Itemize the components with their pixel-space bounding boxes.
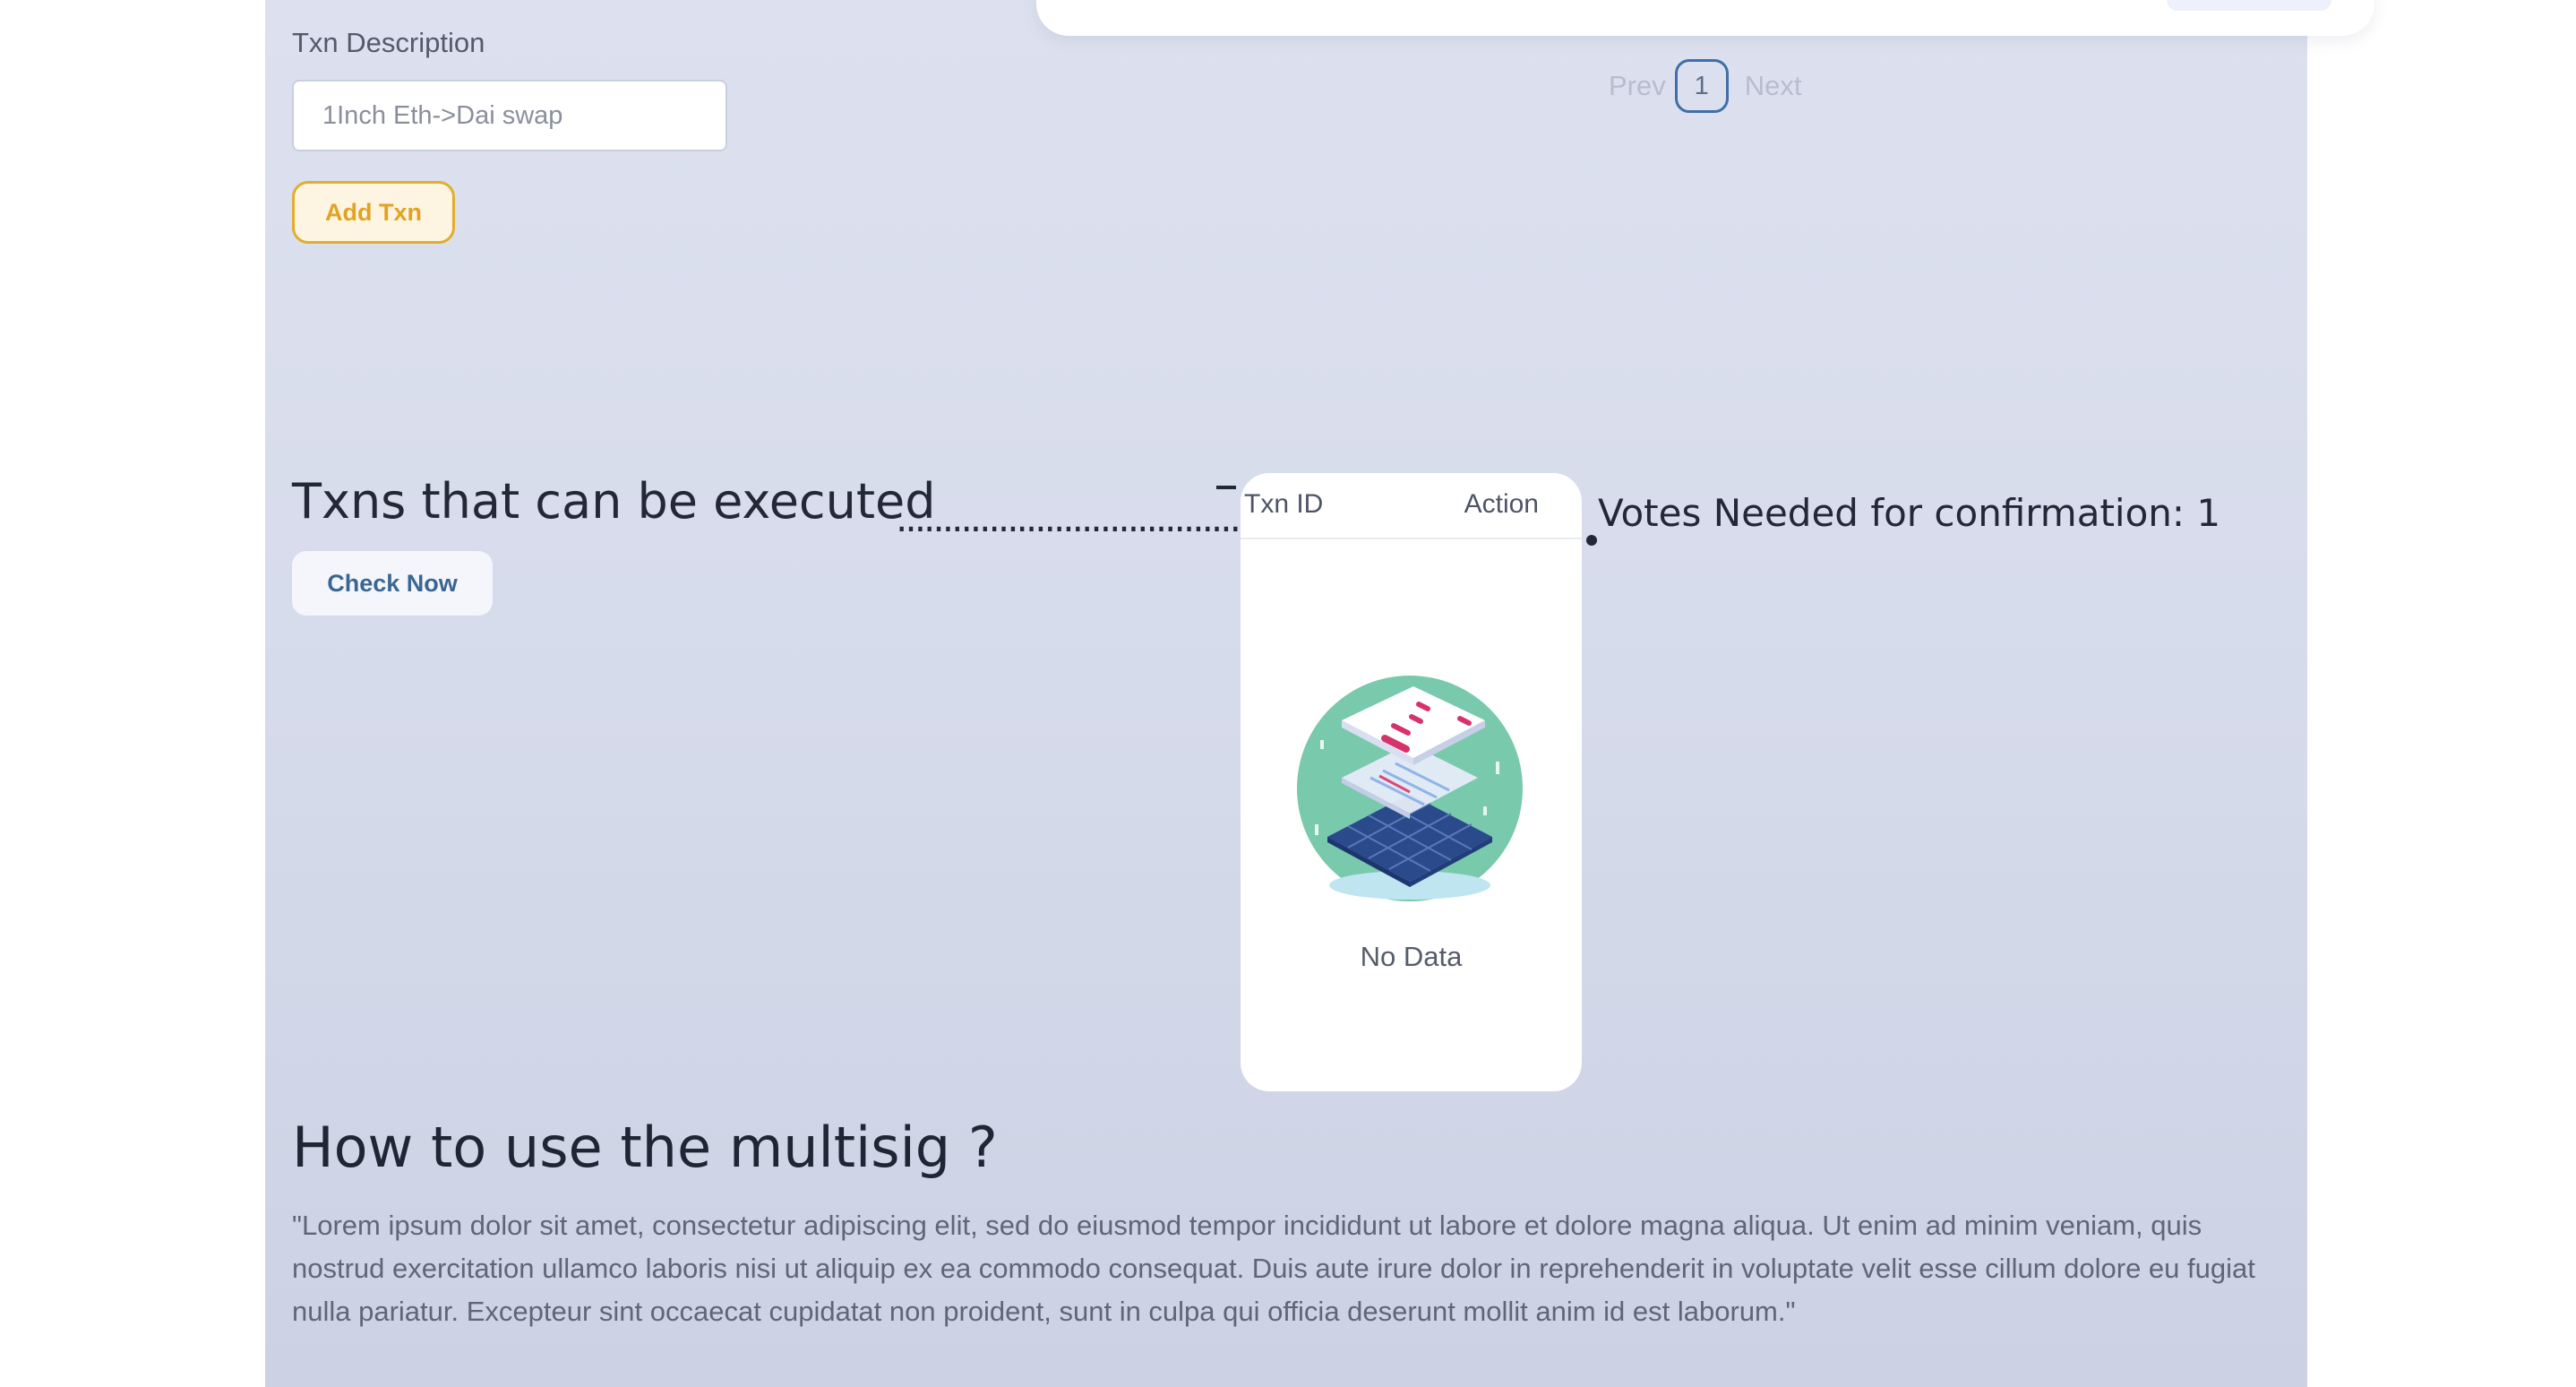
bullet-dot: [1586, 535, 1597, 546]
no-data-text: No Data: [1360, 941, 1463, 972]
txn-description-input[interactable]: [292, 80, 727, 151]
empty-data-illustration-icon: [1297, 676, 1523, 901]
txn-description-label: Txn Description: [292, 27, 485, 58]
leader-dots: .....................................: [896, 496, 1241, 540]
column-header-action[interactable]: Action: [1464, 473, 1539, 538]
page-number-button[interactable]: 1: [1674, 59, 1729, 113]
top-card-button[interactable]: [2167, 0, 2331, 11]
prev-page-button[interactable]: Prev: [1609, 70, 1666, 102]
column-header-txn-id[interactable]: Txn ID: [1244, 473, 1323, 538]
top-card: [1036, 0, 2374, 36]
how-to-use-title: How to use the multisig ?: [292, 1115, 998, 1180]
txn-table: Txn ID Action No Data: [1241, 473, 1582, 1091]
table-header-divider: [1241, 538, 1582, 539]
votes-needed-text: Votes Needed for confirmation: 1: [1598, 491, 2221, 535]
executable-txns-title: Txns that can be executed: [292, 473, 936, 530]
connector-dash: [1216, 486, 1236, 489]
pagination: Prev 1 Next: [1609, 57, 1802, 115]
how-to-use-body: "Lorem ipsum dolor sit amet, consectetur…: [292, 1210, 2255, 1327]
add-txn-button[interactable]: Add Txn: [292, 181, 455, 244]
next-page-button[interactable]: Next: [1745, 70, 1802, 102]
check-now-button[interactable]: Check Now: [292, 551, 493, 616]
